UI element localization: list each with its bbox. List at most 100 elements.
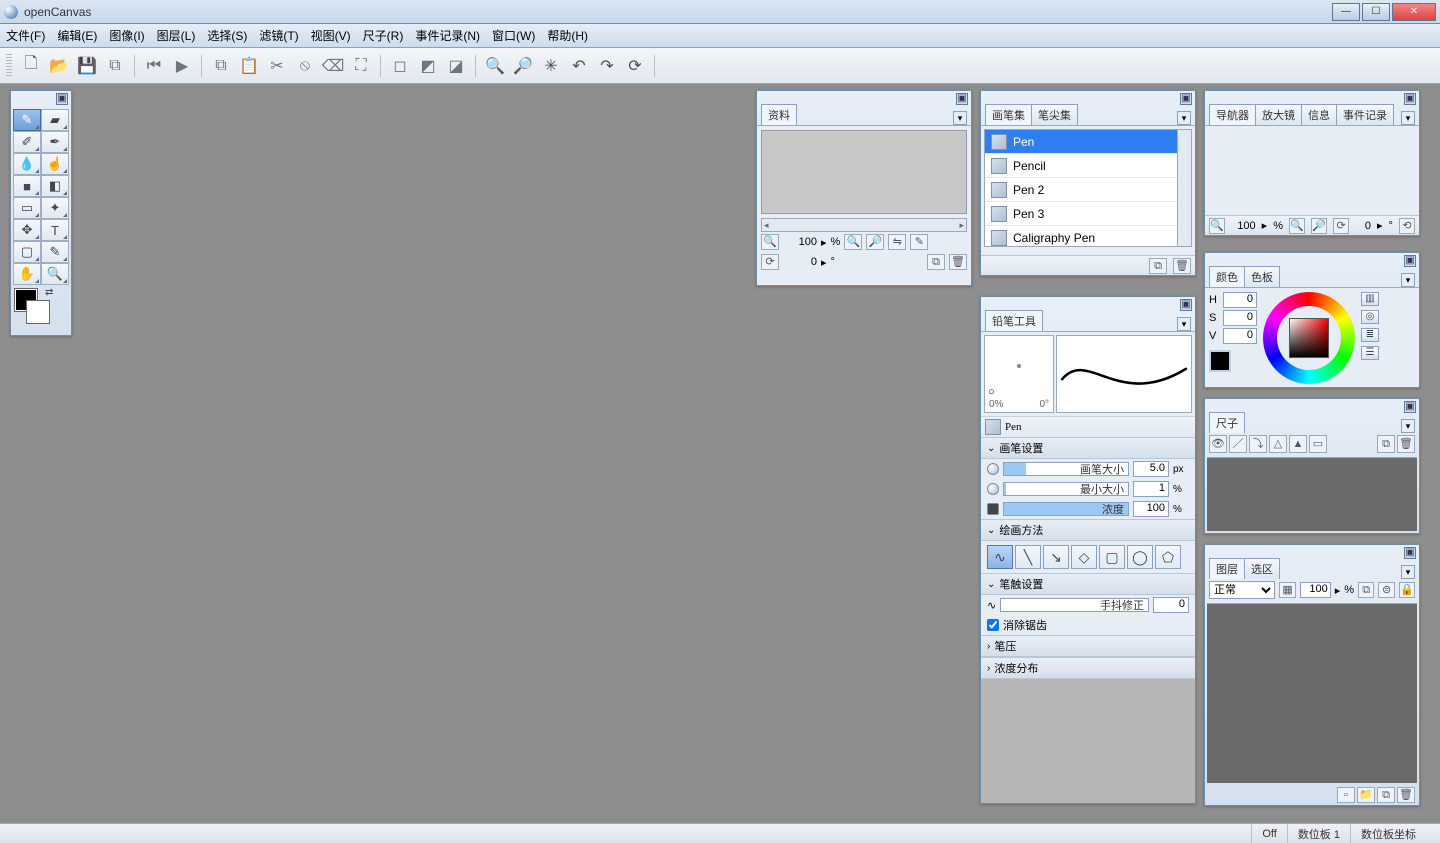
toolbox-collapse-button[interactable]: ▣ xyxy=(56,93,68,105)
swap-colors-icon[interactable]: ⇄ xyxy=(45,287,53,298)
save-copy-button[interactable]: ⧉ xyxy=(102,53,128,79)
eraser-all-button[interactable]: ⌫ xyxy=(320,53,346,79)
jitter-slider[interactable]: 手抖修正 xyxy=(1000,598,1149,612)
tool-rect-select[interactable]: ▭ xyxy=(13,197,41,219)
color-mode-grad-icon[interactable]: ▥ xyxy=(1361,292,1379,306)
menu-item[interactable]: 窗口(W) xyxy=(492,27,535,44)
material-reset-button[interactable]: ✎ xyxy=(910,234,928,250)
brush-row[interactable]: Pen 2 xyxy=(985,178,1191,202)
nav-fit-button[interactable]: 🔎 xyxy=(1311,218,1327,234)
menu-item[interactable]: 滤镜(T) xyxy=(259,27,298,44)
tab-layer-0[interactable]: 图层 xyxy=(1209,558,1245,579)
color-tab-options[interactable]: ▾ xyxy=(1401,273,1415,287)
section-stroke-settings[interactable]: ⌄笔触设置 xyxy=(981,573,1195,595)
section-draw-method[interactable]: ⌄绘画方法 xyxy=(981,519,1195,541)
layer-collapse-button[interactable]: ▣ xyxy=(1404,547,1416,559)
reselect-button[interactable]: ◩ xyxy=(415,53,441,79)
tab-brushset-0[interactable]: 画笔集 xyxy=(985,104,1032,125)
h-input[interactable]: 0 xyxy=(1223,292,1257,308)
tool-pencil[interactable]: ✐ xyxy=(13,131,41,153)
brush-row[interactable]: Caligraphy Pen xyxy=(985,226,1191,247)
tool-eyedropper[interactable]: ✎ xyxy=(41,241,69,263)
rotate-reset-button[interactable]: ⟳ xyxy=(622,53,648,79)
layer-tab-options[interactable]: ▾ xyxy=(1401,565,1415,579)
section-brush-settings[interactable]: ⌄画笔设置 xyxy=(981,437,1195,459)
maximize-button[interactable]: ☐ xyxy=(1362,3,1390,21)
seek-start-button[interactable]: ⏮ xyxy=(141,53,167,79)
color-collapse-button[interactable]: ▣ xyxy=(1404,255,1416,267)
size-slider[interactable]: 画笔大小 xyxy=(1003,462,1129,476)
ruler-collapse-button[interactable]: ▣ xyxy=(1404,401,1416,413)
layer-lock-opacity-button[interactable]: ▦ xyxy=(1279,582,1295,598)
ruler-rect-button[interactable]: ▭ xyxy=(1309,435,1327,453)
density-toggle[interactable] xyxy=(987,503,999,515)
menu-item[interactable]: 图像(I) xyxy=(109,27,144,44)
material-zoom-out-button[interactable]: 🔍 xyxy=(761,234,779,250)
draw-line-button[interactable]: ╲ xyxy=(1015,545,1041,569)
brushlist-scrollbar[interactable] xyxy=(1177,130,1191,246)
tool-hand[interactable]: ✋ xyxy=(13,263,41,285)
draw-poly-button[interactable]: ◇ xyxy=(1071,545,1097,569)
color-wheel[interactable] xyxy=(1263,292,1355,384)
draw-free-button[interactable]: ∿ xyxy=(987,545,1013,569)
menu-item[interactable]: 选择(S) xyxy=(207,27,247,44)
layer-folder-button[interactable]: 📁 xyxy=(1357,787,1375,803)
nav-rotate-reset-button[interactable]: ⟲ xyxy=(1399,218,1415,234)
nav-rotate-button[interactable]: ⟳ xyxy=(1333,218,1349,234)
ruler-line-button[interactable]: ／ xyxy=(1229,435,1247,453)
tab-material[interactable]: 资料 xyxy=(761,104,797,125)
v-input[interactable]: 0 xyxy=(1223,328,1257,344)
antialias-checkbox[interactable] xyxy=(987,619,999,631)
color-mode-ring-icon[interactable]: ◎ xyxy=(1361,310,1379,324)
current-color-swatch[interactable] xyxy=(1209,350,1231,372)
tab-nav-1[interactable]: 放大镜 xyxy=(1255,104,1302,125)
section-pressure[interactable]: ›笔压 xyxy=(981,635,1195,657)
tool-move[interactable]: ✥ xyxy=(13,219,41,241)
minsize-slider[interactable]: 最小大小 xyxy=(1003,482,1129,496)
nav-zoom-out-button[interactable]: 🔍 xyxy=(1209,218,1225,234)
menu-item[interactable]: 帮助(H) xyxy=(547,27,588,44)
new-file-button[interactable]: 🗋 xyxy=(18,53,44,79)
tab-layer-1[interactable]: 选区 xyxy=(1244,558,1280,579)
menu-item[interactable]: 尺子(R) xyxy=(363,27,404,44)
tab-nav-2[interactable]: 信息 xyxy=(1301,104,1337,125)
paste-button[interactable]: 📋 xyxy=(236,53,262,79)
color-mode-bars-icon[interactable]: ≣ xyxy=(1361,328,1379,342)
minimize-button[interactable]: — xyxy=(1332,3,1360,21)
ruler-tri-button[interactable]: △ xyxy=(1269,435,1287,453)
brushset-tab-options[interactable]: ▾ xyxy=(1177,111,1191,125)
brushset-delete-button[interactable]: 🗑 xyxy=(1173,258,1191,274)
tool-zoom[interactable]: 🔍 xyxy=(41,263,69,285)
brush-row[interactable]: Pen 3 xyxy=(985,202,1191,226)
layer-delete-button[interactable]: 🗑 xyxy=(1397,787,1415,803)
brush-row[interactable]: Pencil xyxy=(985,154,1191,178)
layer-list[interactable] xyxy=(1207,603,1417,783)
pencil-tab-options[interactable]: ▾ xyxy=(1177,317,1191,331)
nav-zoom-arrow-icon[interactable]: ▸ xyxy=(1262,219,1268,232)
material-angle-arrow-icon[interactable]: ▸ xyxy=(821,256,827,269)
tool-fill[interactable]: ■ xyxy=(13,175,41,197)
tab-color-1[interactable]: 色板 xyxy=(1244,266,1280,287)
draw-curve-button[interactable]: ↘ xyxy=(1043,545,1069,569)
tool-text[interactable]: T xyxy=(41,219,69,241)
material-delete-button[interactable]: 🗑 xyxy=(949,254,967,270)
tool-gradient[interactable]: ◧ xyxy=(41,175,69,197)
transform-button[interactable]: ⛶ xyxy=(348,53,374,79)
size-input[interactable]: 5.0 xyxy=(1133,461,1169,477)
size-toggle[interactable] xyxy=(987,463,999,475)
density-slider[interactable]: 浓度 xyxy=(1003,502,1129,516)
invert-sel-button[interactable]: ◪ xyxy=(443,53,469,79)
ruler-tab-options[interactable]: ▾ xyxy=(1401,419,1415,433)
undo-button[interactable]: ↶ xyxy=(566,53,592,79)
layer-dup-button[interactable]: ⧉ xyxy=(1377,787,1395,803)
deselect-button[interactable]: ◻ xyxy=(387,53,413,79)
material-rotate-button[interactable]: ⟳ xyxy=(761,254,779,270)
ruler-dup-button[interactable]: ⧉ xyxy=(1377,435,1395,453)
open-file-button[interactable]: 📂 xyxy=(46,53,72,79)
cut-button[interactable]: ✂ xyxy=(264,53,290,79)
menu-item[interactable]: 编辑(E) xyxy=(57,27,97,44)
play-button[interactable]: ▶ xyxy=(169,53,195,79)
ruler-delete-button[interactable]: 🗑 xyxy=(1397,435,1415,453)
tab-ruler[interactable]: 尺子 xyxy=(1209,412,1245,433)
tab-nav-0[interactable]: 导航器 xyxy=(1209,104,1256,125)
